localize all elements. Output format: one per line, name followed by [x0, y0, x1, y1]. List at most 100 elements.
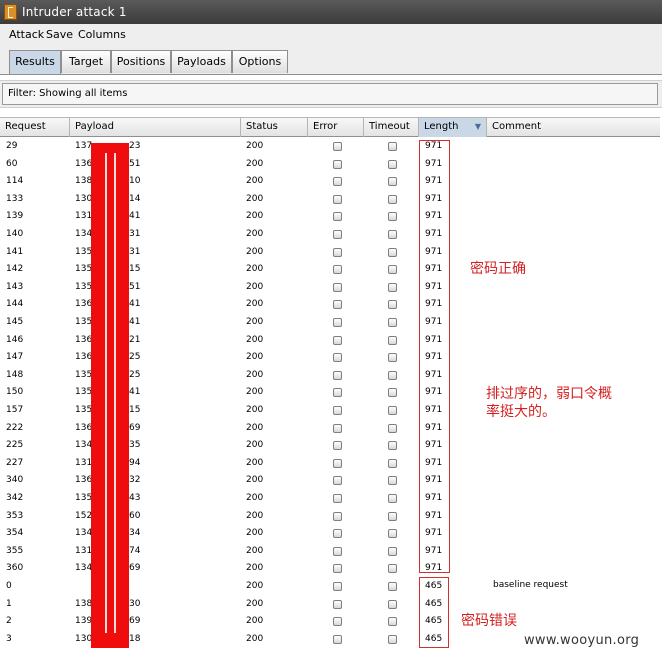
error-checkbox[interactable]: [333, 353, 342, 363]
payload-cell-end: 31: [129, 246, 141, 257]
timeout-checkbox[interactable]: [388, 529, 397, 539]
timeout-checkbox[interactable]: [388, 194, 397, 204]
request-cell: 1: [6, 598, 12, 609]
timeout-checkbox[interactable]: [388, 212, 397, 222]
timeout-checkbox[interactable]: [388, 282, 397, 292]
timeout-checkbox[interactable]: [388, 300, 397, 310]
error-checkbox[interactable]: [333, 212, 342, 222]
menu-columns[interactable]: Columns: [78, 28, 126, 41]
error-checkbox[interactable]: [333, 617, 342, 627]
timeout-checkbox[interactable]: [388, 370, 397, 380]
column-comment[interactable]: Comment: [487, 118, 660, 137]
error-checkbox[interactable]: [333, 582, 342, 591]
error-checkbox[interactable]: [333, 159, 342, 169]
timeout-checkbox[interactable]: [388, 142, 397, 151]
column-payload[interactable]: Payload: [70, 118, 241, 137]
error-checkbox[interactable]: [333, 177, 342, 187]
timeout-checkbox[interactable]: [388, 476, 397, 486]
column-length[interactable]: Length: [419, 118, 487, 137]
tab-payloads[interactable]: Payloads: [171, 50, 232, 73]
error-checkbox[interactable]: [333, 282, 342, 292]
payload-cell-end: 15: [129, 405, 141, 415]
error-checkbox[interactable]: [333, 370, 342, 380]
tab-results[interactable]: Results: [9, 50, 61, 74]
error-checkbox[interactable]: [333, 318, 342, 327]
error-checkbox[interactable]: [333, 494, 342, 503]
timeout-checkbox[interactable]: [388, 564, 397, 574]
payload-cell-start: 139: [75, 616, 93, 627]
request-cell: 144: [6, 299, 24, 310]
request-cell: 225: [6, 440, 24, 451]
timeout-checkbox[interactable]: [388, 423, 397, 433]
status-cell: 200: [246, 493, 264, 503]
column-timeout[interactable]: Timeout: [364, 118, 419, 137]
error-checkbox[interactable]: [333, 423, 342, 433]
error-checkbox[interactable]: [333, 458, 342, 468]
timeout-checkbox[interactable]: [388, 335, 397, 345]
column-error[interactable]: Error: [308, 118, 364, 137]
status-cell: 200: [246, 281, 264, 292]
status-cell: 200: [246, 246, 264, 257]
timeout-checkbox[interactable]: [388, 388, 397, 398]
timeout-checkbox[interactable]: [388, 265, 397, 275]
menu-attack[interactable]: Attack: [9, 28, 44, 41]
timeout-checkbox[interactable]: [388, 159, 397, 169]
timeout-checkbox[interactable]: [388, 617, 397, 627]
error-checkbox[interactable]: [333, 142, 342, 151]
payload-cell-start: 134: [75, 440, 93, 451]
payload-cell-start: 131: [75, 545, 93, 556]
error-checkbox[interactable]: [333, 599, 342, 609]
error-checkbox[interactable]: [333, 476, 342, 486]
payload-cell-end: 23: [129, 141, 141, 151]
status-cell: 200: [246, 633, 264, 644]
payload-cell-end: 21: [129, 334, 141, 345]
timeout-checkbox[interactable]: [388, 177, 397, 187]
column-status[interactable]: Status: [241, 118, 308, 137]
timeout-checkbox[interactable]: [388, 247, 397, 257]
timeout-checkbox[interactable]: [388, 599, 397, 609]
error-checkbox[interactable]: [333, 230, 342, 239]
timeout-checkbox[interactable]: [388, 441, 397, 451]
tab-options[interactable]: Options: [232, 50, 288, 73]
error-checkbox[interactable]: [333, 634, 342, 644]
payload-cell-end: 94: [129, 457, 141, 468]
timeout-checkbox[interactable]: [388, 353, 397, 363]
error-checkbox[interactable]: [333, 529, 342, 539]
request-cell: 145: [6, 317, 24, 327]
error-checkbox[interactable]: [333, 194, 342, 204]
payload-cell-start: 136: [75, 422, 93, 433]
timeout-checkbox[interactable]: [388, 511, 397, 521]
status-cell: 200: [246, 264, 264, 275]
status-cell: 200: [246, 211, 264, 222]
error-checkbox[interactable]: [333, 546, 342, 556]
timeout-checkbox[interactable]: [388, 494, 397, 503]
timeout-checkbox[interactable]: [388, 582, 397, 591]
error-checkbox[interactable]: [333, 247, 342, 257]
timeout-checkbox[interactable]: [388, 230, 397, 239]
payload-cell-end: 41: [129, 211, 141, 222]
status-cell: 200: [246, 528, 264, 539]
tab-target[interactable]: Target: [61, 50, 111, 73]
status-cell: 200: [246, 581, 264, 591]
error-checkbox[interactable]: [333, 265, 342, 275]
column-request[interactable]: Request: [0, 118, 70, 137]
timeout-checkbox[interactable]: [388, 318, 397, 327]
error-checkbox[interactable]: [333, 300, 342, 310]
timeout-checkbox[interactable]: [388, 634, 397, 644]
request-cell: 139: [6, 211, 24, 222]
tab-positions[interactable]: Positions: [111, 50, 171, 73]
error-checkbox[interactable]: [333, 406, 342, 415]
payload-cell-start: 137: [75, 141, 93, 151]
timeout-checkbox[interactable]: [388, 546, 397, 556]
request-cell: 355: [6, 545, 24, 556]
error-checkbox[interactable]: [333, 441, 342, 451]
menu-save[interactable]: Save: [46, 28, 73, 41]
error-checkbox[interactable]: [333, 564, 342, 574]
timeout-checkbox[interactable]: [388, 458, 397, 468]
error-checkbox[interactable]: [333, 388, 342, 398]
error-checkbox[interactable]: [333, 335, 342, 345]
filter-field[interactable]: Filter: Showing all items: [2, 83, 658, 105]
error-checkbox[interactable]: [333, 511, 342, 521]
request-cell: 140: [6, 229, 24, 239]
timeout-checkbox[interactable]: [388, 406, 397, 415]
